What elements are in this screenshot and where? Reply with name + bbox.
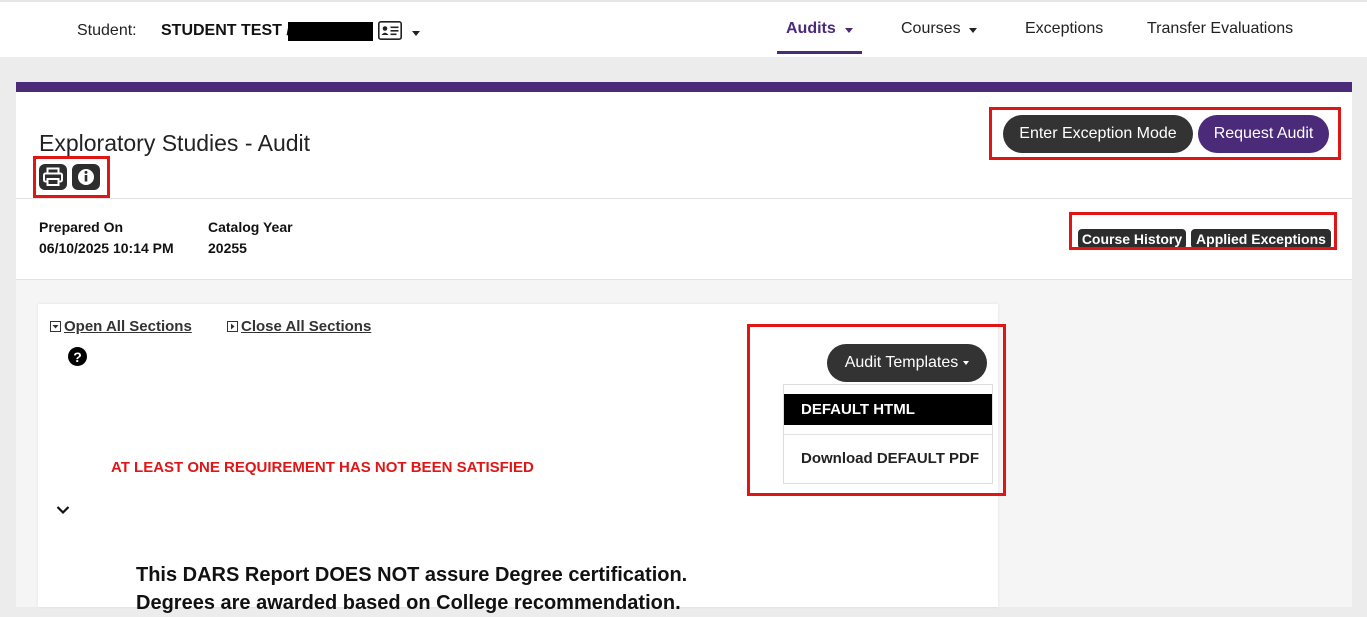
audit-header: Exploratory Studies - Audit Enter Except… <box>16 92 1352 279</box>
template-option-default-html[interactable]: DEFAULT HTML <box>784 394 992 425</box>
courses-caret-icon[interactable] <box>969 28 977 33</box>
help-icon[interactable]: ? <box>68 347 87 366</box>
applied-exceptions-badge[interactable]: Applied Exceptions <box>1191 229 1331 249</box>
close-all-sections-link[interactable]: Close All Sections <box>227 318 371 335</box>
template-option-download-pdf[interactable]: Download DEFAULT PDF <box>784 443 992 473</box>
open-all-sections-label: Open All Sections <box>64 318 192 335</box>
info-icon <box>78 169 94 185</box>
audit-card: Exploratory Studies - Audit Enter Except… <box>16 82 1352 614</box>
audit-templates-caret-icon <box>963 361 970 365</box>
card-accent-bar <box>16 82 1352 92</box>
disclaimer-line-1: This DARS Report DOES NOT assure Degree … <box>136 564 688 586</box>
student-menu-caret-icon[interactable] <box>412 31 420 36</box>
print-button[interactable] <box>39 164 67 190</box>
dropdown-divider <box>784 434 992 435</box>
chevron-down-icon[interactable] <box>56 505 70 515</box>
requirement-warning: AT LEAST ONE REQUIREMENT HAS NOT BEEN SA… <box>111 459 534 476</box>
nav-transfer-evaluations[interactable]: Transfer Evaluations <box>1147 20 1293 38</box>
top-navigation-bar: Student: STUDENT TEST / Audits Courses E… <box>0 0 1367 57</box>
audit-report-panel: Open All Sections Close All Sections ? A… <box>38 304 1006 614</box>
nav-audits[interactable]: Audits <box>786 20 836 38</box>
redacted-student-id <box>288 22 373 41</box>
enter-exception-mode-button[interactable]: Enter Exception Mode <box>1003 115 1193 153</box>
audit-templates-label: Audit Templates <box>844 354 959 371</box>
active-nav-indicator <box>777 51 862 54</box>
student-name: STUDENT TEST / <box>161 22 291 39</box>
disclaimer-line-2: Degrees are awarded based on College rec… <box>136 592 681 614</box>
info-button[interactable] <box>72 164 100 190</box>
expand-square-icon <box>50 321 61 332</box>
nav-exceptions[interactable]: Exceptions <box>1025 20 1103 38</box>
audits-caret-icon[interactable] <box>845 28 853 33</box>
collapse-square-icon <box>227 321 238 332</box>
print-icon <box>43 167 63 186</box>
dars-disclaimer: This DARS Report DOES NOT assure Degree … <box>136 561 836 617</box>
catalog-year-value: 20255 <box>208 240 247 256</box>
id-card-icon[interactable] <box>378 21 402 40</box>
request-audit-button[interactable]: Request Audit <box>1198 115 1329 153</box>
page-title: Exploratory Studies - Audit <box>39 130 311 156</box>
prepared-on-label: Prepared On <box>39 219 124 235</box>
open-all-sections-link[interactable]: Open All Sections <box>50 318 192 335</box>
audit-templates-dropdown: DEFAULT HTML Download DEFAULT PDF <box>783 384 993 484</box>
meta-divider <box>16 279 1352 280</box>
course-history-badge[interactable]: Course History <box>1078 229 1186 249</box>
audit-templates-button[interactable]: Audit Templates <box>827 344 987 382</box>
header-divider <box>16 198 1352 199</box>
catalog-year-label: Catalog Year <box>208 219 293 235</box>
prepared-on-value: 06/10/2025 10:14 PM <box>39 240 174 256</box>
nav-courses[interactable]: Courses <box>901 20 961 38</box>
student-label: Student: <box>77 22 137 39</box>
close-all-sections-label: Close All Sections <box>241 318 372 335</box>
